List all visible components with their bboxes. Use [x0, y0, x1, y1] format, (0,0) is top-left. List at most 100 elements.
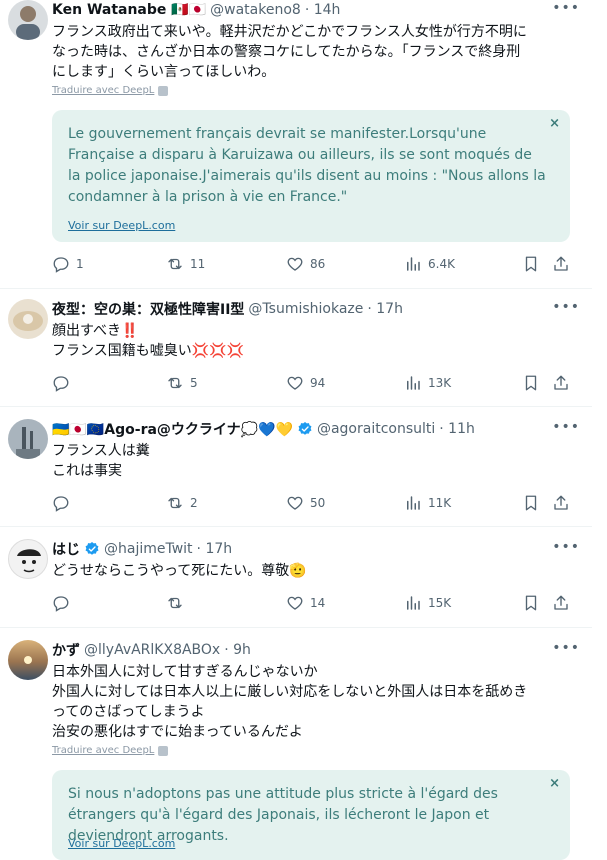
avatar[interactable]	[8, 0, 48, 40]
repost-button[interactable]: 5	[166, 374, 198, 392]
action-bar: 14 15K	[52, 594, 572, 614]
more-options-icon[interactable]: •••	[552, 419, 580, 435]
deepl-icon	[158, 745, 169, 756]
share-icon	[552, 594, 570, 612]
repost-icon	[166, 494, 184, 512]
view-count: 6.4K	[428, 257, 455, 271]
bookmark-icon	[522, 255, 540, 273]
share-button[interactable]	[552, 374, 570, 392]
bookmark-button[interactable]	[522, 374, 540, 392]
bookmark-icon	[522, 494, 540, 512]
heart-icon	[286, 494, 304, 512]
avatar[interactable]	[8, 419, 48, 459]
action-bar: 2 50 11K	[52, 494, 572, 514]
translate-label[interactable]: Traduire avec DeepL	[52, 745, 154, 756]
display-name[interactable]: かず	[52, 640, 80, 660]
tweet[interactable]: Ken Watanabe 🇲🇽🇯🇵 @watakeno8 · 14h ••• フ…	[0, 0, 592, 289]
views-icon	[404, 255, 422, 273]
action-bar: 5 94 13K	[52, 374, 572, 394]
tweet-text: どうせならこうやって死にたい。尊敬🫡	[52, 563, 307, 579]
view-on-deepl-link[interactable]: Voir sur DeepL.com	[68, 837, 175, 850]
timestamp[interactable]: · 14h	[305, 2, 341, 18]
reply-count: 1	[76, 257, 84, 271]
more-options-icon[interactable]: •••	[552, 640, 580, 656]
like-button[interactable]: 50	[286, 494, 325, 512]
tweet[interactable]: かず @llyAvARlKX8ABOx · 9h ••• 日本外国人に対して甘す…	[0, 628, 592, 860]
deepl-icon	[158, 85, 169, 96]
avatar[interactable]	[8, 299, 48, 339]
avatar[interactable]	[8, 640, 48, 680]
translation-box: Si nous n'adoptons pas une attitude plus…	[52, 770, 570, 860]
handle[interactable]: @agoraitconsulti	[317, 421, 435, 437]
bookmark-icon	[522, 594, 540, 612]
views-button[interactable]: 13K	[404, 374, 451, 392]
tweet[interactable]: 🇺🇦🇯🇵🇪🇺Ago-ra@ウクライナ💭💙💛 @agoraitconsulti ·…	[0, 407, 592, 527]
more-options-icon[interactable]: •••	[552, 0, 580, 16]
tweet-text: 日本外国人に対して甘すぎるんじゃないか 外国人に対しては日本人以上に厳しい対応を…	[52, 664, 528, 740]
translate-with-deepl[interactable]: Traduire avec DeepL	[52, 85, 169, 96]
handle[interactable]: @llyAvARlKX8ABOx	[84, 642, 220, 658]
bookmark-icon	[522, 374, 540, 392]
view-count: 15K	[428, 596, 452, 610]
translate-label[interactable]: Traduire avec DeepL	[52, 85, 154, 96]
view-count: 13K	[428, 376, 452, 390]
tweet-text: フランス人は糞 これは事実	[52, 443, 150, 479]
reply-icon	[52, 374, 70, 392]
share-button[interactable]	[552, 594, 570, 612]
more-options-icon[interactable]: •••	[552, 539, 580, 555]
tweet[interactable]: 夜型：空の巣：双極性障害II型 @Tsumishiokaze · 17h •••…	[0, 289, 592, 407]
reply-icon	[52, 494, 70, 512]
handle[interactable]: @Tsumishiokaze	[248, 301, 363, 317]
view-on-deepl-link[interactable]: Voir sur DeepL.com	[68, 219, 175, 232]
views-button[interactable]: 6.4K	[404, 255, 455, 273]
timestamp[interactable]: · 11h	[439, 421, 475, 437]
display-name[interactable]: Ken Watanabe 🇲🇽🇯🇵	[52, 2, 206, 18]
reply-button[interactable]	[52, 594, 70, 612]
repost-count: 11	[190, 257, 206, 271]
timestamp[interactable]: · 17h	[197, 541, 233, 557]
tweet-text: フランス政府出て来いや。軽井沢だかどこかでフランス人女性が行方不明に なった時は…	[52, 24, 527, 80]
display-name[interactable]: はじ	[52, 539, 80, 559]
tweet-header: はじ @hajimeTwit · 17h	[52, 539, 232, 559]
display-name[interactable]: 夜型：空の巣：双極性障害II型	[52, 299, 244, 319]
verified-badge-icon	[297, 421, 313, 437]
bookmark-button[interactable]	[522, 594, 540, 612]
more-options-icon[interactable]: •••	[552, 299, 580, 315]
close-icon[interactable]: ×	[549, 116, 560, 131]
bookmark-button[interactable]	[522, 255, 540, 273]
handle[interactable]: @watakeno8	[210, 2, 301, 18]
repost-button[interactable]: 2	[166, 494, 198, 512]
tweet[interactable]: はじ @hajimeTwit · 17h ••• どうせならこうやって死にたい。…	[0, 527, 592, 628]
views-button[interactable]: 15K	[404, 594, 451, 612]
views-icon	[404, 594, 422, 612]
tweet-text: 顔出すべき‼️ フランス国籍も嘘臭い💢💢💢	[52, 323, 245, 359]
heart-icon	[286, 374, 304, 392]
reply-button[interactable]	[52, 374, 70, 392]
like-button[interactable]: 14	[286, 594, 325, 612]
like-count: 14	[310, 596, 326, 610]
handle[interactable]: @hajimeTwit	[104, 541, 193, 557]
repost-icon	[166, 374, 184, 392]
bookmark-button[interactable]	[522, 494, 540, 512]
timestamp[interactable]: · 17h	[367, 301, 403, 317]
repost-count: 2	[190, 496, 198, 510]
views-button[interactable]: 11K	[404, 494, 451, 512]
share-button[interactable]	[552, 255, 570, 273]
avatar[interactable]	[8, 539, 48, 579]
display-name[interactable]: 🇺🇦🇯🇵🇪🇺Ago-ra@ウクライナ💭💙💛	[52, 419, 293, 439]
like-button[interactable]: 86	[286, 255, 325, 273]
share-icon	[552, 374, 570, 392]
repost-button[interactable]	[166, 594, 184, 612]
reply-button[interactable]: 1	[52, 255, 84, 273]
heart-icon	[286, 255, 304, 273]
translate-with-deepl[interactable]: Traduire avec DeepL	[52, 745, 169, 756]
repost-button[interactable]: 11	[166, 255, 205, 273]
share-button[interactable]	[552, 494, 570, 512]
timestamp[interactable]: · 9h	[224, 642, 251, 658]
tweet-header: Ken Watanabe 🇲🇽🇯🇵 @watakeno8 · 14h	[52, 0, 340, 20]
close-icon[interactable]: ×	[549, 776, 560, 791]
reply-button[interactable]	[52, 494, 70, 512]
reply-icon	[52, 255, 70, 273]
like-button[interactable]: 94	[286, 374, 325, 392]
repost-count: 5	[190, 376, 198, 390]
